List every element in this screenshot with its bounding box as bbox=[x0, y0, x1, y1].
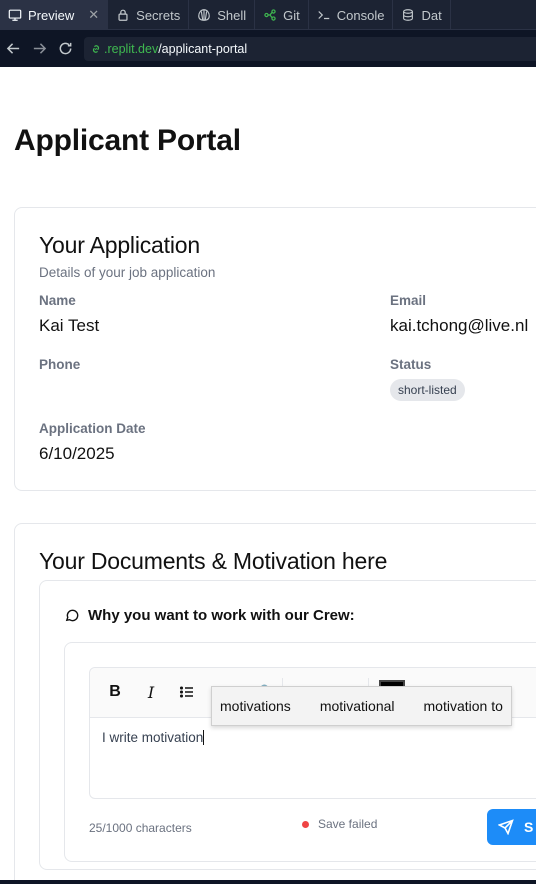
url-path: /applicant-portal bbox=[158, 41, 248, 56]
suggestion-item[interactable]: motivational bbox=[312, 698, 403, 714]
tab-database[interactable]: Dat bbox=[393, 0, 451, 30]
address-input[interactable]: .replit.dev/applicant-portal bbox=[84, 36, 536, 61]
name-label: Name bbox=[39, 293, 76, 308]
forward-button[interactable] bbox=[26, 36, 52, 62]
tab-label: Secrets bbox=[136, 7, 181, 23]
question-text: Why you want to work with our Crew: bbox=[88, 607, 355, 624]
tab-preview[interactable]: Preview ✕ bbox=[0, 0, 109, 30]
send-button-label: S bbox=[524, 819, 534, 835]
documents-card: Your Documents & Motivation here Why you… bbox=[14, 523, 536, 880]
spelling-suggestions-popup: motivations motivational motivation to bbox=[211, 686, 512, 726]
reload-icon bbox=[59, 42, 71, 55]
bold-icon: B bbox=[109, 683, 121, 700]
reload-button[interactable] bbox=[52, 36, 78, 62]
url-domain: .replit.dev bbox=[104, 41, 159, 56]
bullet-list-button[interactable] bbox=[174, 679, 200, 705]
editor-text: I write motivation bbox=[102, 730, 204, 745]
tab-console[interactable]: Console bbox=[309, 0, 394, 30]
status-badge: short-listed bbox=[390, 379, 465, 401]
shell-icon bbox=[198, 9, 211, 21]
page-content: Applicant Portal Your Application Detail… bbox=[0, 67, 536, 880]
tab-label: Git bbox=[283, 7, 300, 23]
email-value: kai.tchong@live.nl bbox=[390, 316, 529, 335]
git-icon bbox=[264, 9, 276, 21]
monitor-icon bbox=[8, 9, 22, 21]
database-icon bbox=[403, 9, 414, 21]
email-label: Email bbox=[390, 293, 427, 308]
italic-icon: I bbox=[147, 682, 155, 702]
close-icon[interactable]: ✕ bbox=[88, 7, 99, 23]
motivation-editor-container: B I 🔗 I write motivation motivations mo bbox=[64, 642, 536, 862]
suggestion-item[interactable]: motivations bbox=[212, 698, 299, 714]
application-title: Your Application bbox=[39, 232, 200, 258]
save-status: Save failed bbox=[302, 817, 377, 831]
url-bar: .replit.dev/applicant-portal bbox=[0, 30, 536, 67]
application-date-label: Application Date bbox=[39, 421, 146, 436]
italic-button[interactable]: I bbox=[138, 679, 164, 705]
back-button[interactable] bbox=[0, 36, 26, 62]
arrow-left-icon bbox=[6, 43, 19, 54]
application-card: Your Application Details of your job app… bbox=[14, 207, 536, 491]
tab-label: Dat bbox=[421, 7, 442, 23]
character-count: 25/1000 characters bbox=[89, 821, 192, 835]
tab-git[interactable]: Git bbox=[255, 0, 309, 30]
send-button[interactable]: S bbox=[487, 809, 536, 845]
name-value: Kai Test bbox=[39, 316, 100, 335]
editor-content[interactable]: I write motivation bbox=[102, 730, 205, 745]
message-circle-icon bbox=[65, 609, 79, 622]
suggestion-item[interactable]: motivation to bbox=[416, 698, 511, 714]
status-label: Status bbox=[390, 357, 432, 372]
lock-icon bbox=[118, 9, 128, 21]
error-dot-icon bbox=[302, 820, 309, 828]
tab-label: Console bbox=[336, 7, 385, 23]
bold-button[interactable]: B bbox=[102, 679, 128, 705]
application-subtitle: Details of your job application bbox=[39, 265, 216, 280]
motivation-section: Why you want to work with our Crew: B I … bbox=[39, 580, 536, 870]
application-date-value: 6/10/2025 bbox=[39, 444, 115, 463]
ide-tab-bar: Preview ✕ Secrets Shell Git Console Dat bbox=[0, 0, 536, 30]
terminal-icon bbox=[318, 11, 330, 20]
send-icon bbox=[498, 819, 514, 835]
tab-label: Shell bbox=[217, 7, 247, 23]
phone-label: Phone bbox=[39, 357, 81, 372]
tab-secrets[interactable]: Secrets bbox=[108, 0, 190, 30]
tab-label: Preview bbox=[28, 7, 75, 23]
motivation-question: Why you want to work with our Crew: bbox=[64, 607, 355, 624]
rich-text-editor[interactable]: B I 🔗 I write motivation motivations mo bbox=[89, 667, 536, 799]
arrow-right-icon bbox=[33, 43, 46, 54]
text-caret bbox=[203, 730, 205, 745]
bottom-bar bbox=[0, 880, 536, 884]
link-icon bbox=[92, 44, 100, 53]
bullet-list-icon bbox=[179, 686, 193, 698]
tab-shell[interactable]: Shell bbox=[189, 0, 256, 30]
documents-title: Your Documents & Motivation here bbox=[39, 548, 388, 574]
page-title: Applicant Portal bbox=[14, 124, 241, 157]
save-status-text: Save failed bbox=[318, 817, 378, 831]
